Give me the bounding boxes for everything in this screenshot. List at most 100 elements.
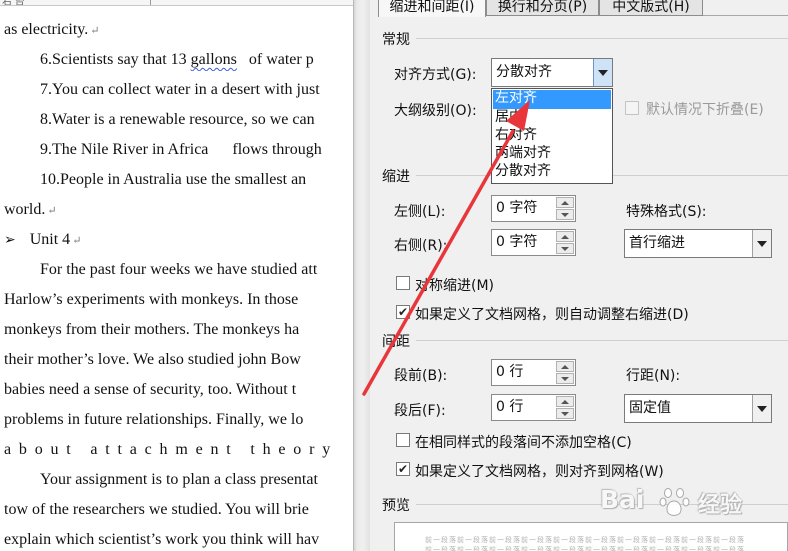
- preview-sample-text: 前一段落前一段落前一段落前一段落前一段落前一段落前一段落前一段落前一段落前一段落: [425, 546, 745, 551]
- spacing-after-value[interactable]: 0 行: [496, 399, 523, 415]
- doc-line-text: monkeys from their mothers. The monkeys …: [4, 321, 300, 338]
- doc-line: explain which scientist’s work you think…: [4, 529, 353, 551]
- preview-sample-text: 前一段落前一段落前一段落前一段落前一段落前一段落前一段落前一段落前一段落前一段落: [425, 536, 745, 544]
- spin-down-icon[interactable]: [556, 408, 574, 419]
- doc-line-text: 6.Scientists say that 13: [40, 51, 191, 68]
- line-spacing-label: 行距(N):: [626, 368, 681, 384]
- mirror-indents-label[interactable]: 对称缩进(M): [415, 275, 494, 295]
- watermark-latin: Bai: [600, 485, 645, 514]
- line-spacing-select[interactable]: 固定值: [624, 394, 772, 423]
- auto-adjust-right-indent-checkbox[interactable]: ✔: [396, 305, 410, 319]
- spin-down-icon[interactable]: [556, 209, 574, 220]
- ruler: 右 台: [0, 0, 353, 6]
- ruler-label: 右 台: [2, 0, 25, 6]
- doc-line-text: explain which scientist’s work you think…: [4, 531, 320, 548]
- special-format-label: 特殊格式(S):: [626, 204, 707, 220]
- spinner-buttons: [556, 197, 574, 220]
- doc-line-text: of water p: [236, 51, 314, 68]
- collapse-by-default-checkbox: [625, 101, 639, 115]
- section-general-title: 常规: [382, 32, 410, 48]
- spin-up-icon[interactable]: [556, 197, 574, 208]
- doc-line-text: world.: [4, 201, 46, 218]
- align-option-right[interactable]: 右对齐: [493, 127, 611, 146]
- spacing-before-value[interactable]: 0 行: [496, 364, 523, 380]
- doc-line: world. ↵: [4, 199, 353, 221]
- no-space-same-style-label[interactable]: 在相同样式的段落间不添加空格(C): [415, 432, 632, 452]
- doc-line: 6.Scientists say that 13 gallons of wate…: [40, 49, 353, 71]
- doc-line: Harlow’s experiments with monkeys. In th…: [4, 289, 353, 311]
- alignment-dropdown-list[interactable]: 左对齐 居中 右对齐 两端对齐 分散对齐: [491, 88, 613, 184]
- doc-line-text: 10.People in Australia use the smallest …: [40, 171, 307, 188]
- no-space-same-style-checkbox[interactable]: [396, 433, 410, 447]
- spin-up-icon[interactable]: [556, 361, 574, 372]
- spelling-flagged-word[interactable]: gallons: [191, 51, 237, 68]
- doc-line: 8.Water is a renewable resource, so we c…: [40, 109, 353, 131]
- doc-line-text: Your assignment is to plan a class prese…: [40, 471, 318, 488]
- doc-line-text: Harlow’s experiments with monkeys. In th…: [4, 291, 299, 308]
- spinner-buttons: [556, 231, 574, 254]
- document-page[interactable]: 右 台 as electricity. ↵ 6.Scientists say th…: [0, 0, 353, 551]
- paragraph-mark-icon: ↵: [90, 25, 100, 37]
- chevron-down-icon[interactable]: [752, 395, 771, 422]
- spin-down-icon[interactable]: [556, 373, 574, 384]
- doc-line-text: For the past four weeks we have studied …: [40, 261, 318, 278]
- doc-line-text: 8.Water is a renewable resource, so we c…: [40, 111, 315, 128]
- doc-line: monkeys from their mothers. The monkeys …: [4, 319, 353, 341]
- doc-line: 9.The Nile River in Africa flows through: [40, 139, 353, 161]
- align-option-left[interactable]: 左对齐: [493, 90, 611, 109]
- outline-level-label: 大纲级别(O):: [394, 103, 477, 119]
- window-splitter[interactable]: [353, 0, 370, 551]
- preview-box: 前一段落前一段落前一段落前一段落前一段落前一段落前一段落前一段落前一段落前一段落…: [394, 522, 788, 551]
- line-spacing-value: 固定值: [629, 400, 671, 416]
- doc-line-text: their mother’s love. We also studied joh…: [4, 351, 301, 368]
- chevron-down-icon[interactable]: [593, 59, 612, 86]
- spin-up-icon[interactable]: [556, 396, 574, 407]
- spinner-buttons: [556, 361, 574, 384]
- alignment-label: 对齐方式(G):: [394, 67, 477, 83]
- special-format-value: 首行缩进: [629, 235, 685, 251]
- doc-line: tow of the researchers we studied. You w…: [4, 499, 353, 521]
- section-divider: [416, 38, 788, 39]
- doc-heading-text: Unit 4: [29, 231, 71, 248]
- doc-line: babies need a sense of security, too. Wi…: [4, 379, 353, 401]
- align-option-distributed[interactable]: 分散对齐: [493, 163, 611, 182]
- ruler-tick: [150, 0, 151, 5]
- doc-line-distributed: about attachment theory: [4, 439, 353, 461]
- paragraph-mark-icon: ↵: [72, 235, 82, 247]
- align-option-center[interactable]: 居中: [493, 109, 611, 128]
- section-indent-title: 缩进: [382, 169, 410, 185]
- doc-line: 7.You can collect water in a desert with…: [40, 79, 353, 101]
- align-option-justify[interactable]: 两端对齐: [493, 145, 611, 164]
- chevron-down-icon[interactable]: [752, 230, 771, 257]
- doc-line: Your assignment is to plan a class prese…: [40, 469, 353, 491]
- special-format-select[interactable]: 首行缩进: [624, 229, 772, 258]
- tab-indents-spacing[interactable]: 缩进和间距(I): [378, 0, 486, 17]
- paw-logo-icon: [659, 488, 690, 516]
- doc-line-text: tow of the researchers we studied. You w…: [4, 501, 309, 518]
- spin-down-icon[interactable]: [556, 243, 574, 254]
- snap-to-grid-checkbox[interactable]: ✔: [396, 462, 410, 476]
- indent-left-spinner[interactable]: 0 字符: [491, 195, 576, 222]
- indent-right-spinner[interactable]: 0 字符: [491, 229, 576, 256]
- auto-adjust-right-indent-label[interactable]: 如果定义了文档网格，则自动调整右缩进(D): [415, 304, 689, 324]
- mirror-indents-checkbox[interactable]: [396, 276, 410, 290]
- indent-left-label: 左侧(L):: [394, 204, 446, 220]
- alignment-select[interactable]: 分散对齐: [491, 58, 613, 87]
- doc-line: problems in future relationships. Finall…: [4, 409, 353, 431]
- snap-to-grid-label[interactable]: 如果定义了文档网格，则对齐到网格(W): [415, 461, 664, 481]
- doc-line-text: babies need a sense of security, too. Wi…: [4, 381, 297, 398]
- spinner-buttons: [556, 396, 574, 419]
- spacing-before-label: 段前(B):: [394, 368, 448, 384]
- spacing-after-spinner[interactable]: 0 行: [491, 394, 576, 421]
- indent-left-value[interactable]: 0 字符: [496, 200, 537, 216]
- section-preview-title: 预览: [382, 498, 410, 514]
- tab-line-page-breaks[interactable]: 换行和分页(P): [486, 0, 599, 16]
- spacing-before-spinner[interactable]: 0 行: [491, 359, 576, 386]
- section-spacing-title: 间距: [382, 334, 410, 350]
- doc-line: For the past four weeks we have studied …: [40, 259, 353, 281]
- indent-right-value[interactable]: 0 字符: [496, 234, 537, 250]
- watermark-cn: 经验: [698, 493, 743, 518]
- tab-asian-typography[interactable]: 中文版式(H): [599, 0, 703, 16]
- spin-up-icon[interactable]: [556, 231, 574, 242]
- doc-line-text: as electricity.: [4, 21, 89, 38]
